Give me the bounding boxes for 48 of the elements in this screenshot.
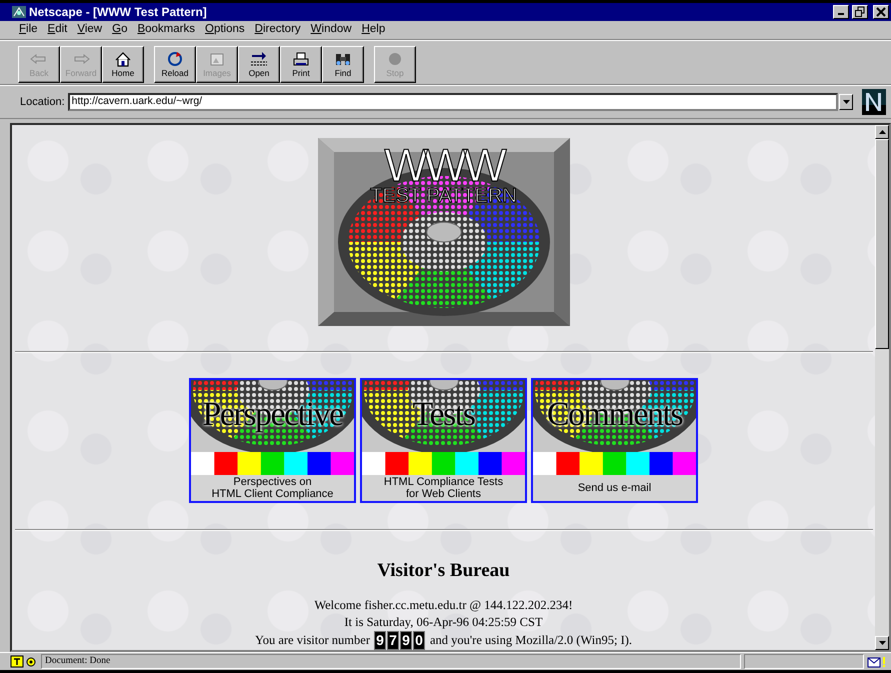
scroll-thumb[interactable] (875, 139, 889, 349)
menu-item[interactable]: File (14, 21, 43, 39)
binoculars-icon (333, 51, 353, 68)
visitor-heading: Visitor's Bureau (377, 558, 510, 582)
restore-button[interactable] (852, 5, 868, 19)
menu-item[interactable]: View (72, 21, 108, 39)
menu-item[interactable]: Options (200, 21, 250, 39)
scroll-down-icon[interactable] (878, 641, 886, 645)
link-caption: Perspectives on HTML Client Compliance (210, 474, 334, 500)
menu-item[interactable]: Bookmarks (132, 21, 200, 39)
visitor-counter: 9 7 9 0 (374, 631, 426, 650)
toolbar-button[interactable]: Open (238, 46, 280, 83)
minimize-button[interactable] (833, 5, 849, 19)
dropdown-arrow-icon (842, 100, 850, 104)
welcome-text: It is Saturday, 06-Apr-96 04:25:59 CST (344, 614, 543, 631)
restore-icon (854, 6, 866, 18)
welcome-text: Welcome fisher.cc.metu.edu.tr @ 144.122.202.234! (314, 597, 573, 614)
status-text: Document: Done (41, 654, 741, 669)
browser-text: and you're using Mozilla/2.0 (Win95; I). (430, 632, 632, 649)
menu-item[interactable]: Directory (250, 21, 306, 39)
app-icon (12, 6, 26, 18)
scrollbar[interactable] (875, 125, 889, 650)
menu-item[interactable]: Help (356, 21, 390, 39)
link-caption: Send us e-mail (576, 480, 652, 496)
location-field[interactable]: http://cavern.uark.edu/~wrg/ (68, 93, 838, 111)
printer-icon (291, 51, 311, 68)
toolbar-button[interactable]: Home (102, 46, 144, 83)
location-label: Location: (20, 94, 65, 110)
dropdown-button[interactable] (839, 94, 853, 110)
mail-icon[interactable] (867, 656, 887, 668)
home-icon (113, 51, 133, 68)
menu-item[interactable]: Go (107, 21, 132, 39)
toolbar-button[interactable]: Print (280, 46, 322, 83)
close-button[interactable] (873, 5, 889, 19)
security-key-icon (10, 655, 38, 668)
toolbar-button[interactable]: Find (322, 46, 364, 83)
visitor-text: You are visitor number (254, 632, 370, 649)
menu-item[interactable]: Window (306, 21, 357, 39)
close-icon (875, 6, 887, 18)
open-icon (249, 51, 269, 68)
window-title: Netscape - [WWW Test Pattern] (29, 4, 207, 21)
reload-icon (165, 51, 185, 68)
menu-item[interactable]: Edit (42, 21, 72, 39)
scroll-up-icon[interactable] (878, 130, 886, 134)
logo-icon (862, 89, 886, 115)
minimize-icon (838, 13, 844, 15)
link-caption: HTML Compliance Tests for Web Clients (382, 474, 504, 500)
toolbar-button[interactable]: Reload (154, 46, 196, 83)
